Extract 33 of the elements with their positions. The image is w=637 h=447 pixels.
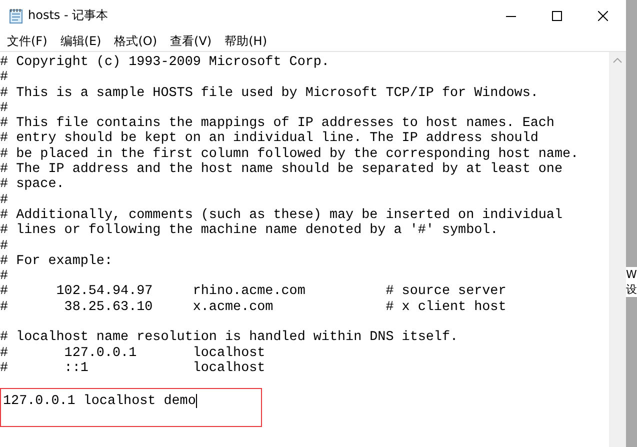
text-line: 127.0.0.1 localhost demo — [3, 394, 196, 409]
text-line: # For example: — [0, 254, 112, 270]
text-line: # — [0, 238, 8, 254]
text-line: # This file contains the mappings of IP addresses to host names. Each — [0, 116, 554, 132]
text-line: # — [0, 70, 8, 86]
text-line: # space. — [0, 177, 64, 193]
text-line: # The IP address and the host name should be separated by at least one — [0, 162, 562, 178]
menu-item[interactable]: 帮助(H) — [222, 32, 272, 50]
window-title: hosts - 记事本 — [28, 7, 110, 24]
text-line: # Copyright (c) 1993-2009 Microsoft Corp. — [0, 55, 330, 70]
notepad-icon — [8, 8, 24, 24]
text-line: # be placed in the first column followed by the corresponding host name. — [0, 146, 579, 162]
text-line: # localhost name resolution is handled within DNS itself. — [0, 330, 458, 346]
text-line: # This is a sample HOSTS file used by Microsoft TCP/IP for Windows. — [0, 86, 538, 101]
text-line: # 38.25.63.10 x.acme.com # x client host — [0, 300, 506, 316]
text-line: # 127.0.0.1 localhost — [0, 346, 266, 361]
menu-item[interactable]: 文件(F) — [4, 32, 52, 50]
menu-item[interactable]: 编辑(E) — [57, 32, 106, 50]
background-window-text: W — [626, 267, 637, 282]
text-line: # Additionally, comments (such as these) may be inserted on individual — [0, 208, 562, 223]
text-line: # — [0, 269, 8, 284]
text-line: # ::1 localhost — [0, 360, 266, 376]
text-line: # lines or following the machine name denoted by a '#' symbol. — [0, 223, 498, 239]
menu-item[interactable]: 格式(O) — [111, 32, 162, 50]
scrollbar[interactable] — [609, 52, 626, 447]
text-line: # 102.54.94.97 rhino.acme.com # source server — [0, 284, 506, 300]
text-line: # — [0, 100, 8, 116]
text-line: # — [0, 192, 8, 208]
close-icon[interactable] — [598, 10, 608, 20]
menu-item[interactable]: 查看(V) — [167, 32, 217, 50]
maximize-icon[interactable] — [552, 10, 562, 20]
background-window-text: 设 — [626, 282, 637, 297]
text-line: # entry should be kept on an individual line. The IP address should — [0, 131, 538, 147]
